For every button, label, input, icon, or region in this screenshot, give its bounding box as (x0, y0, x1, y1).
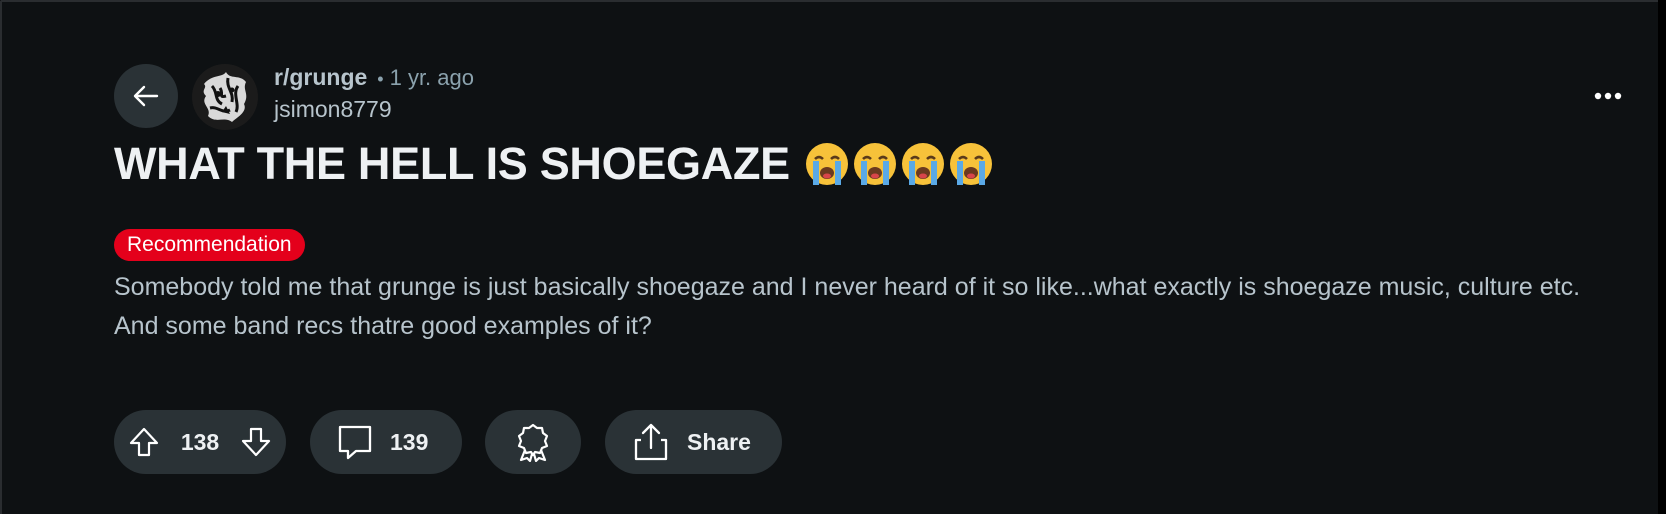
window-edge (1658, 0, 1666, 514)
subreddit-avatar[interactable] (192, 64, 258, 130)
crying-face-emoji (949, 143, 992, 185)
award-ribbon-icon (513, 422, 553, 462)
more-horizontal-icon (1594, 92, 1622, 100)
vote-control: 138 (114, 410, 286, 474)
share-upload-icon (631, 422, 671, 462)
crying-face-emoji (853, 143, 896, 185)
title-emoji-group (804, 141, 994, 187)
arrow-left-icon (129, 79, 163, 113)
author-name[interactable]: jsimon8779 (274, 96, 474, 123)
arrow-up-icon[interactable] (128, 426, 160, 458)
comment-count: 139 (390, 428, 429, 455)
post-body: Somebody told me that grunge is just bas… (114, 273, 1581, 340)
share-button[interactable]: Share (605, 410, 782, 474)
back-button[interactable] (114, 64, 178, 128)
crying-face-emoji (901, 143, 944, 185)
post-flair[interactable]: Recommendation (114, 229, 305, 261)
more-options-button[interactable] (1580, 80, 1636, 112)
comment-bubble-icon (336, 423, 374, 461)
crying-face-emoji (805, 143, 848, 185)
share-label: Share (687, 428, 751, 455)
comments-button[interactable]: 139 (310, 410, 462, 474)
post-meta: r/grunge • 1 yr. ago jsimon8779 (274, 64, 474, 123)
post-timestamp: 1 yr. ago (389, 65, 474, 90)
vote-count: 138 (180, 428, 220, 455)
meta-separator: • (377, 69, 384, 89)
arrow-down-icon[interactable] (240, 426, 272, 458)
subreddit-name[interactable]: r/grunge (274, 64, 367, 91)
award-button[interactable] (485, 410, 581, 474)
post-title: WHAT THE HELL IS SHOEGAZE (114, 138, 994, 190)
post-title-text: WHAT THE HELL IS SHOEGAZE (114, 138, 790, 189)
